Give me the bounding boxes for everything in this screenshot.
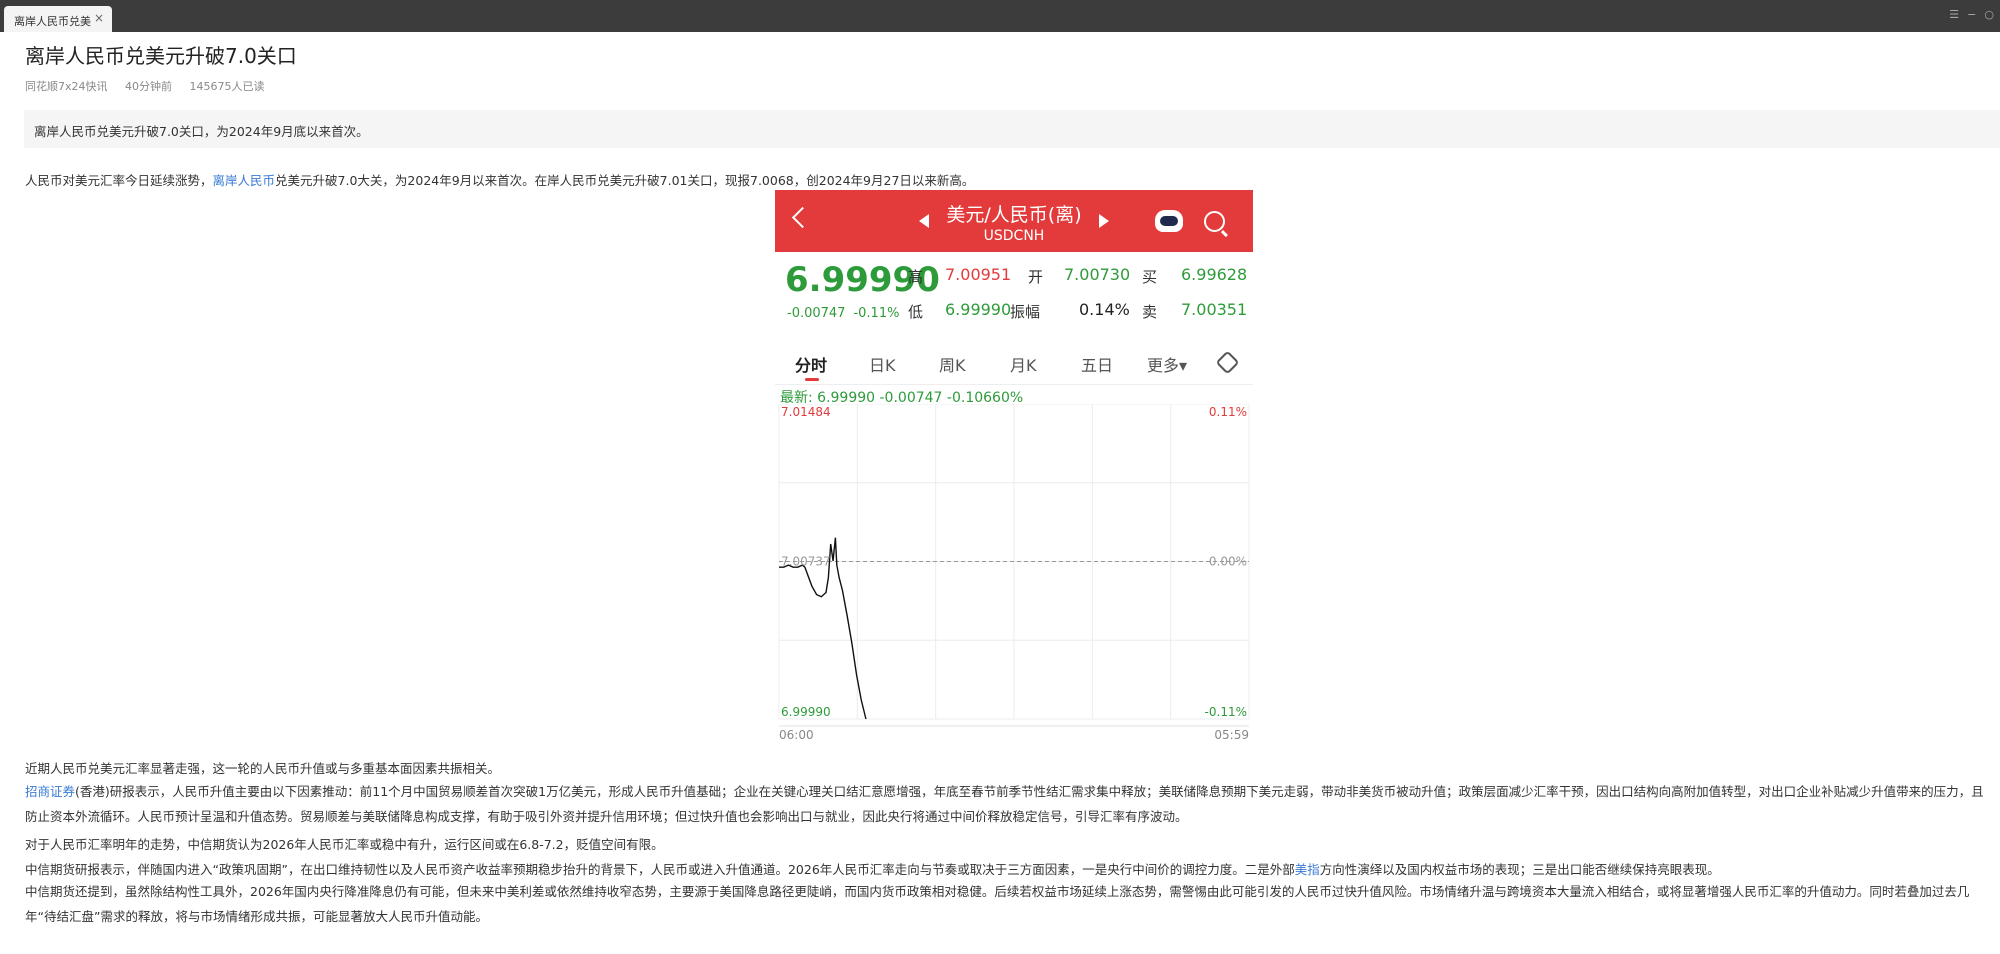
tab-more[interactable]: 更多▾ — [1147, 352, 1187, 376]
amplitude-value: 0.14% — [1079, 300, 1130, 319]
open-label: 开 — [1028, 268, 1044, 286]
article-title: 离岸人民币兑美元升破7.0关口 — [25, 44, 297, 68]
paragraph-5-text-b: 方向性演绎以及国内权益市场的表现；三是出口能否继续保持亮眼表现。 — [1319, 862, 1720, 877]
open-value: 7.00730 — [1064, 265, 1131, 284]
paragraph-6: 中信期货还提到，虽然除结构性工具外，2026年国内央行降准降息仍有可能，但未来中… — [25, 884, 1970, 924]
next-arrow-icon — [1099, 214, 1109, 228]
intraday-chart: 7.01484 7.00737 6.99990 0.11% 0.00% -0.1… — [778, 404, 1250, 742]
source-label: 同花顺7x24快讯 — [25, 80, 108, 93]
cms-securities-link[interactable]: 招商证券 — [25, 784, 75, 799]
pct-top-label: 0.11% — [1209, 405, 1247, 419]
restore-icon[interactable]: ○ — [1984, 8, 1994, 24]
menu-icon[interactable]: ☰ — [1949, 8, 1959, 24]
x-end-label: 05:59 — [1214, 728, 1249, 742]
tab-intraday[interactable]: 分时 — [795, 352, 827, 376]
pct-bottom-label: -0.11% — [1205, 705, 1247, 719]
tab-daily-k[interactable]: 日K — [869, 352, 896, 376]
paragraph-5: 中信期货研报表示，伴随国内进入“政策巩固期”，在出口维持韧性以及人民币资产收益率… — [25, 859, 1720, 878]
paragraph-3-text: (香港)研报表示，人民币升值主要由以下因素推动：前11个月中国贸易顺差首次突破1… — [25, 784, 1984, 824]
article-meta: 同花顺7x24快讯 40分钟前 145675人已读 — [25, 78, 279, 94]
usd-index-link[interactable]: 美指 — [1295, 862, 1320, 877]
window-controls: ☰ − ○ — [1949, 8, 1994, 24]
tab-article[interactable]: 离岸人民币兑美 × — [4, 6, 112, 32]
ask-value: 7.00351 — [1181, 300, 1248, 319]
low-value: 6.99990 — [945, 300, 1012, 319]
settings-icon[interactable] — [1215, 350, 1240, 375]
offshore-rmb-link[interactable]: 离岸人民币 — [213, 173, 276, 188]
tab-weekly-k[interactable]: 周K — [939, 352, 966, 376]
paragraph-1-text-b: 兑美元升破7.0大关，为2024年9月以来首次。在岸人民币兑美元升破7.01关口… — [275, 173, 975, 188]
tab-five-day[interactable]: 五日 — [1081, 352, 1113, 376]
quote-code: USDCNH — [983, 228, 1045, 244]
tab-monthly-k[interactable]: 月K — [1010, 352, 1037, 376]
paragraph-5-text-a: 中信期货研报表示，伴随国内进入“政策巩固期”，在出口维持韧性以及人民币资产收益率… — [25, 862, 1295, 877]
paragraph-3: 招商证券(香港)研报表示，人民币升值主要由以下因素推动：前11个月中国贸易顺差首… — [25, 779, 1985, 829]
high-value: 7.00951 — [945, 265, 1012, 284]
time-label: 40分钟前 — [125, 80, 173, 93]
tab-label: 离岸人民币兑美 — [14, 15, 91, 28]
active-tab-underline — [805, 378, 819, 381]
ask-label: 卖 — [1142, 303, 1158, 321]
tab-bar: 离岸人民币兑美 × ☰ − ○ — [0, 0, 2000, 32]
y-top-label: 7.01484 — [781, 405, 831, 419]
quote-image: 美元/人民币(离) USDCNH 6.99990 -0.00747 -0.11% … — [775, 190, 1253, 745]
minimize-icon[interactable]: − — [1967, 8, 1976, 24]
x-start-label: 06:00 — [779, 728, 814, 742]
y-mid-label: 7.00737 — [781, 555, 831, 569]
paragraph-1-text-a: 人民币对美元汇率今日延续涨势， — [25, 173, 213, 188]
paragraph-4: 对于人民币汇率明年的走势，中信期货认为2026年人民币汇率或稳中有升，运行区间或… — [25, 837, 664, 852]
article-summary: 离岸人民币兑美元升破7.0关口，为2024年9月底以来首次。 — [24, 110, 2000, 148]
amplitude-label: 振幅 — [1010, 303, 1041, 321]
read-count: 145675人已读 — [189, 80, 265, 93]
tab-close-icon[interactable]: × — [94, 11, 104, 25]
robot-icon — [1155, 210, 1183, 232]
tab-divider — [775, 384, 1253, 385]
bid-value: 6.99628 — [1181, 265, 1248, 284]
pct-mid-label: 0.00% — [1209, 555, 1247, 569]
change-value: -0.00747 — [787, 306, 846, 321]
y-bottom-label: 6.99990 — [781, 705, 831, 719]
bid-label: 买 — [1142, 268, 1158, 286]
change-pct: -0.11% — [853, 306, 900, 321]
paragraph-2: 近期人民币兑美元汇率显著走强，这一轮的人民币升值或与多重基本面因素共振相关。 — [25, 761, 501, 776]
price-change: -0.00747 -0.11% — [787, 306, 907, 321]
quote-header: 美元/人民币(离) USDCNH — [775, 190, 1253, 252]
paragraph-1: 人民币对美元汇率今日延续涨势，离岸人民币兑美元升破7.0大关，为2024年9月以… — [25, 170, 974, 189]
high-label: 高 — [908, 268, 924, 286]
search-icon — [1204, 211, 1225, 232]
low-label: 低 — [908, 303, 924, 321]
